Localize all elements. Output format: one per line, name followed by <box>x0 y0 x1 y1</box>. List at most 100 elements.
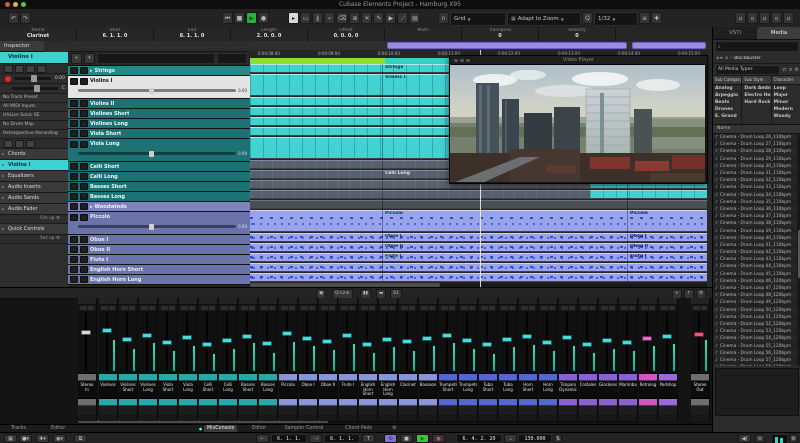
channel-stereo-out[interactable]: Stereo Out <box>691 298 710 421</box>
filter-item[interactable]: Modern <box>772 106 800 113</box>
channel-pan-row[interactable] <box>439 406 457 414</box>
lane-oboe-i[interactable]: Oboe IOboe I <box>250 233 707 243</box>
channel-pan-row[interactable] <box>159 406 177 414</box>
home-icon[interactable]: ⌂ <box>725 55 728 61</box>
track-mute-button[interactable] <box>70 100 78 107</box>
glue-tool-icon[interactable]: ⌁ <box>324 12 335 24</box>
lane-basses-long[interactable] <box>250 190 707 200</box>
channel-pan-row[interactable] <box>119 406 137 414</box>
track-strings[interactable]: ▸Strings <box>68 66 250 76</box>
channel-fader[interactable] <box>599 311 617 374</box>
inspector-section-quick-controls[interactable]: ▸Quick Controls <box>0 224 68 235</box>
media-list-item[interactable]: ♪Cinema - Drum Loop 34_110bpm <box>713 192 800 199</box>
magnet-snap-icon[interactable]: ∩ <box>438 12 449 24</box>
info-field-name[interactable]: NameClarinet <box>0 27 77 41</box>
position-display[interactable]: 6. 4. 2. 20 <box>456 434 502 443</box>
track-mute-button[interactable] <box>70 276 78 283</box>
edit-instrument-button[interactable] <box>26 140 35 148</box>
pan-slider[interactable] <box>12 87 58 90</box>
inspector-section-audio-sends[interactable]: ▸Audio Sends <box>0 193 68 204</box>
track-woodwinds[interactable]: ▸Woodwinds <box>68 202 250 212</box>
track-solo-button[interactable] <box>80 256 88 263</box>
channel-routing[interactable] <box>179 298 197 305</box>
channel-fader[interactable] <box>639 311 657 374</box>
channel-routing[interactable] <box>119 298 137 305</box>
filter-item[interactable]: E. Grand <box>713 113 741 120</box>
media-list-item[interactable]: ♪Cinema - Drum Loop 39_110bpm <box>713 227 800 234</box>
mute-tool-icon[interactable]: ✕ <box>361 12 372 24</box>
inspector-setup-link[interactable]: Set up ⚙ <box>0 215 68 224</box>
inspector-row[interactable]: No Track Preset <box>0 94 68 103</box>
inspector-row[interactable]: All MIDI Inputs <box>0 103 68 112</box>
track-search-field[interactable] <box>97 53 215 64</box>
pointer-tool-icon[interactable]: ▸ <box>288 12 299 24</box>
fader-cap[interactable] <box>81 330 91 335</box>
channel-pan-row[interactable] <box>459 406 477 414</box>
track-solo-button[interactable] <box>80 276 88 283</box>
track-volume-slider[interactable] <box>78 89 236 92</box>
track-celli-short[interactable]: Celli Short <box>68 162 250 172</box>
quantize-dropdown[interactable]: 1/32▼ <box>594 12 638 26</box>
track-english-horn-short[interactable]: English Horn Short <box>68 265 250 275</box>
channel-basses-short[interactable]: Basses Short <box>239 298 258 421</box>
channel-pan-row[interactable] <box>78 406 96 414</box>
channel-pan-row[interactable] <box>179 406 197 414</box>
fader-cap[interactable] <box>462 338 472 343</box>
channel-padshop[interactable]: Padshop <box>659 298 678 421</box>
left-locator-display[interactable]: 6. 1. 1. 0 <box>271 434 307 443</box>
channel-fader[interactable] <box>99 311 117 374</box>
fader-cap[interactable] <box>162 340 172 345</box>
video-player-window[interactable]: Video Player <box>449 55 708 184</box>
channel-oboe-i[interactable]: Oboe I <box>299 298 318 421</box>
channel-routing[interactable] <box>199 298 217 305</box>
media-list-item[interactable]: ♪Cinema - Drum Loop 32_110bpm <box>713 177 800 184</box>
filter-item[interactable]: Electro House <box>742 92 770 99</box>
fader-cap[interactable] <box>262 341 272 346</box>
punch-out-button[interactable]: ⊣ <box>309 434 322 443</box>
track-mute-button[interactable] <box>70 193 78 200</box>
inspector-section-violins-i[interactable]: ▸Violins I <box>0 160 68 171</box>
channel-routing[interactable] <box>239 298 257 305</box>
audition-tool-icon[interactable]: ▶ <box>385 12 396 24</box>
filter-column-header[interactable]: Character <box>772 76 800 85</box>
midi-event[interactable] <box>250 190 590 198</box>
channel-fader[interactable] <box>339 311 357 374</box>
midi-record-mode-icon[interactable]: ●▾ <box>19 434 32 443</box>
iterative-quantize-icon[interactable]: ✚ <box>651 12 662 24</box>
metronome-icon[interactable]: ⧉ <box>74 434 87 443</box>
quantize-q-button[interactable]: Q <box>582 12 593 24</box>
media-types-dropdown[interactable]: All Media Types <box>715 65 780 75</box>
channel-routing[interactable] <box>539 298 557 305</box>
channel-pan-row[interactable] <box>419 406 437 414</box>
channel-pan-row[interactable] <box>619 406 637 414</box>
inspector-track-name[interactable]: Violins I <box>0 52 68 64</box>
channel-fader[interactable] <box>479 311 497 374</box>
control-room-level-icon[interactable]: ≡ <box>755 434 765 443</box>
channel-pan-row[interactable] <box>219 406 237 414</box>
fader-cap[interactable] <box>142 333 152 338</box>
record-button[interactable]: ● <box>432 434 445 443</box>
window-layout-icon[interactable]: ▫ <box>783 12 794 24</box>
solo-button[interactable] <box>15 65 24 73</box>
track-solo-button[interactable] <box>80 193 88 200</box>
channel-crotales[interactable]: Crotales <box>579 298 598 421</box>
channel-trumpets-short[interactable]: Trumpets Short <box>439 298 458 421</box>
fader-cap[interactable] <box>562 335 572 340</box>
fader-cap[interactable] <box>382 337 392 342</box>
channel-flute-i[interactable]: Flute I <box>339 298 358 421</box>
channel-pan-row[interactable] <box>599 406 617 414</box>
info-field-offset[interactable]: Offset0. 0. 0. 0 <box>308 27 385 41</box>
media-list-item[interactable]: ♪Cinema - Drum Loop 31_110bpm <box>713 170 800 177</box>
media-list-item[interactable]: ♪Cinema - Drum Loop 55_120bpm <box>713 342 800 349</box>
track-solo-button[interactable] <box>80 78 88 85</box>
track-mute-button[interactable] <box>70 110 78 117</box>
media-list-item[interactable]: ♪Cinema - Drum Loop 46_120bpm <box>713 278 800 285</box>
lane-english-horn-long[interactable] <box>250 273 707 283</box>
cycle-button[interactable]: ⟲ <box>384 434 397 443</box>
filter-item[interactable]: Loop <box>772 85 800 92</box>
channel-stereo-in[interactable]: Stereo In <box>78 298 97 421</box>
track-basses-long[interactable]: Basses Long <box>68 192 250 202</box>
midi-event[interactable] <box>250 200 707 208</box>
tempo-spinner[interactable]: ⇅ <box>554 434 562 443</box>
track-violins-ii[interactable]: Violins II <box>68 99 250 109</box>
